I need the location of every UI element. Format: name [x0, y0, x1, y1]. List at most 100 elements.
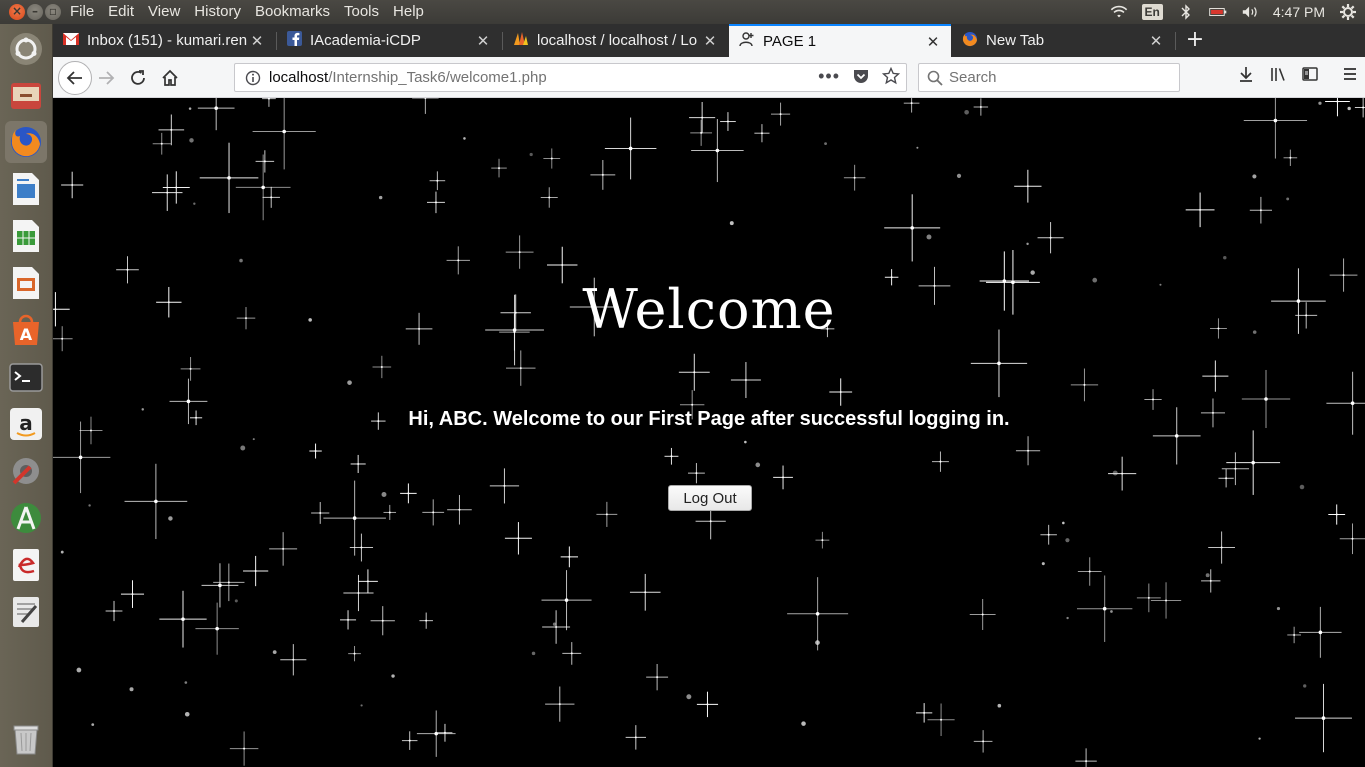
url-actions: •••	[818, 67, 900, 85]
battery-icon[interactable]	[1209, 4, 1227, 20]
greeting-prefix: Hi,	[408, 408, 439, 430]
sparkle-star	[350, 454, 366, 474]
sparkle-star	[370, 606, 395, 636]
ebook-reader-icon[interactable]	[5, 544, 47, 586]
tab-close-icon[interactable]: ✕	[1146, 32, 1166, 50]
library-icon[interactable]	[1269, 65, 1287, 83]
sparkle-star	[1150, 582, 1182, 619]
tab-gmail-inbox[interactable]: Inbox (151) - kumari.ren ✕	[53, 24, 275, 57]
settings-gear-icon[interactable]	[1339, 4, 1357, 20]
url-bar[interactable]: localhost/Internship_Task6/welcome1.php …	[234, 63, 907, 92]
tab-phpmyadmin[interactable]: localhost / localhost / Lo ✕	[503, 24, 728, 57]
sparkle-star	[1015, 436, 1041, 466]
sparkle-star	[646, 663, 669, 691]
menu-file[interactable]: File	[70, 3, 102, 20]
sparkle-star	[1075, 748, 1097, 767]
keyboard-language-indicator[interactable]: En	[1141, 4, 1163, 20]
amazon-icon[interactable]: a	[5, 403, 47, 445]
sparkle-star	[770, 102, 791, 126]
pocket-icon[interactable]	[852, 68, 870, 85]
tab-close-icon[interactable]: ✕	[247, 32, 267, 50]
firefox-launcher-icon[interactable]	[5, 121, 47, 163]
volume-icon[interactable]	[1241, 4, 1259, 20]
search-bar[interactable]	[918, 63, 1180, 92]
sparkle-star	[973, 98, 989, 116]
sparkle-star	[262, 186, 280, 208]
url-path: /Internship_Task6/welcome1.php	[328, 69, 547, 86]
sparkle-star	[678, 353, 710, 391]
window-maximize-button[interactable]: ▫	[45, 4, 61, 20]
glow-dot	[76, 667, 82, 673]
window-close-button[interactable]: ×	[9, 4, 25, 20]
sparkle-star	[1295, 683, 1352, 753]
system-settings-icon[interactable]	[5, 450, 47, 492]
reload-button[interactable]	[123, 63, 153, 93]
terminal-icon[interactable]	[5, 356, 47, 398]
dash-search-icon[interactable]	[5, 28, 47, 70]
sparkle-star	[255, 150, 275, 173]
sparkle-star	[491, 158, 507, 178]
sparkle-star	[884, 194, 941, 262]
files-icon[interactable]	[5, 74, 47, 116]
sparkle-star	[1287, 626, 1301, 644]
sparkle-star	[1299, 606, 1342, 658]
menu-history[interactable]: History	[194, 3, 249, 20]
libreoffice-impress-icon[interactable]	[5, 262, 47, 304]
sparkle-star	[243, 555, 269, 587]
sparkle-star	[690, 119, 713, 146]
libreoffice-calc-icon[interactable]	[5, 215, 47, 257]
sparkle-star	[400, 483, 417, 504]
glow-dot	[1041, 562, 1045, 566]
libreoffice-writer-icon[interactable]	[5, 168, 47, 210]
menu-bookmarks[interactable]: Bookmarks	[255, 3, 338, 20]
greeting-message: Hi, ABC. Welcome to our First Page after…	[53, 408, 1365, 431]
glow-dot	[1066, 616, 1069, 620]
tab-page-1[interactable]: PAGE 1 ✕	[729, 24, 951, 57]
sidebar-icon[interactable]	[1301, 65, 1319, 83]
tab-close-icon[interactable]: ✕	[473, 32, 493, 50]
downloads-icon[interactable]	[1237, 65, 1255, 83]
page-actions-icon[interactable]: •••	[818, 67, 840, 85]
sparkle-star	[1040, 524, 1057, 545]
starfield-background	[53, 98, 1365, 767]
sparkle-star	[696, 691, 719, 718]
glow-dot	[1112, 470, 1118, 476]
glow-dot	[1205, 573, 1210, 578]
hamburger-menu-icon[interactable]	[1341, 65, 1359, 83]
tab-iacademia[interactable]: IAcademia-iCDP ✕	[277, 24, 501, 57]
clock[interactable]: 4:47 PM	[1273, 4, 1325, 20]
menu-tools[interactable]: Tools	[344, 3, 387, 20]
bluetooth-icon[interactable]	[1177, 4, 1195, 20]
glow-dot	[1062, 521, 1065, 525]
tab-close-icon[interactable]: ✕	[700, 32, 720, 50]
window-minimize-button[interactable]: –	[27, 4, 43, 20]
tab-new-tab[interactable]: New Tab ✕	[952, 24, 1174, 57]
glow-dot	[964, 109, 969, 115]
sparkle-star	[280, 644, 307, 676]
glow-dot	[956, 173, 962, 178]
bookmark-star-icon[interactable]	[882, 67, 900, 85]
text-editor-icon[interactable]	[5, 591, 47, 633]
forward-button[interactable]	[91, 63, 121, 93]
sparkle-star	[120, 580, 145, 608]
new-tab-plus-icon[interactable]: +	[1180, 24, 1210, 57]
tab-close-icon[interactable]: ✕	[923, 33, 943, 51]
menu-help[interactable]: Help	[393, 3, 432, 20]
trash-icon[interactable]	[5, 718, 47, 760]
sparkle-star	[629, 573, 661, 611]
software-center-icon[interactable]: A	[5, 309, 47, 351]
page-info-icon[interactable]	[245, 70, 261, 86]
logout-button[interactable]: Log Out	[668, 485, 752, 511]
glow-dot	[184, 681, 188, 684]
wifi-icon[interactable]	[1110, 4, 1128, 20]
menu-edit[interactable]: Edit	[108, 3, 142, 20]
glow-dot	[88, 504, 91, 507]
menu-view[interactable]: View	[148, 3, 188, 20]
sparkle-star	[152, 132, 171, 155]
android-studio-icon[interactable]	[5, 497, 47, 539]
tab-title: PAGE 1	[763, 33, 817, 50]
search-input[interactable]	[949, 69, 1169, 86]
back-button[interactable]	[58, 61, 92, 95]
home-button[interactable]	[155, 63, 185, 93]
sparkle-star	[1108, 456, 1137, 491]
